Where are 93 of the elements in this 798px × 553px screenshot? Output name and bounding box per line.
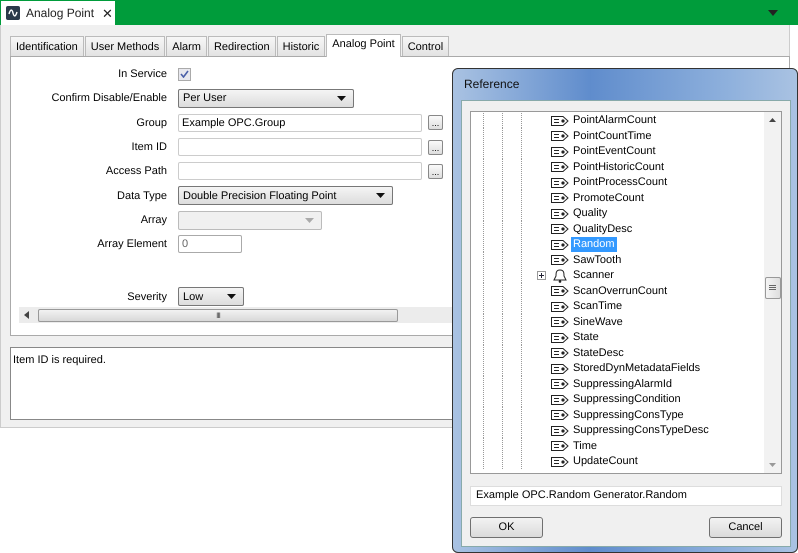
bell-icon xyxy=(551,268,569,283)
tree-item[interactable]: SuppressingCondition xyxy=(571,392,683,408)
tree-item[interactable]: PointHistoricCount xyxy=(571,160,666,175)
browse-button[interactable]: ... xyxy=(428,164,443,179)
tag-icon xyxy=(551,441,569,452)
up-arrow-icon[interactable] xyxy=(769,118,776,122)
tree-item[interactable]: StoredDynMetadataFields xyxy=(571,361,702,376)
input-field[interactable]: 0 xyxy=(178,235,242,254)
tag-icon xyxy=(551,394,569,405)
tag-icon xyxy=(551,178,569,188)
tag-icon xyxy=(551,162,569,172)
tree-item[interactable]: Time xyxy=(571,438,600,454)
tree-item[interactable]: QualityDesc xyxy=(571,222,634,237)
caret-icon[interactable] xyxy=(768,10,778,16)
tab[interactable]: Control xyxy=(402,36,450,56)
vertical-scrollbar[interactable] xyxy=(764,112,781,473)
left-arrow-icon[interactable] xyxy=(24,311,29,319)
tag-icon xyxy=(551,240,569,250)
grip-icon xyxy=(769,285,776,290)
ok-button[interactable]: OK xyxy=(470,517,543,538)
tree-item[interactable]: PointEventCount xyxy=(571,144,658,160)
tree-item[interactable]: SuppressingConsType xyxy=(571,408,686,423)
dropdown[interactable]: Double Precision Floating Point xyxy=(178,186,393,206)
tree-item[interactable]: ScanOverrunCount xyxy=(571,284,670,299)
grip-icon: III xyxy=(216,310,220,320)
cancel-button[interactable]: Cancel xyxy=(709,517,782,538)
checkbox[interactable] xyxy=(178,68,191,81)
dropdown-arrow-icon xyxy=(305,218,314,223)
tree-item[interactable]: UpdateCount xyxy=(571,454,640,470)
dropdown-arrow-icon xyxy=(376,193,385,198)
tab[interactable]: Identification xyxy=(10,36,84,56)
close-button[interactable]: ✕ xyxy=(102,6,114,20)
tab[interactable]: Alarm xyxy=(166,36,207,56)
tag-icon xyxy=(551,224,569,234)
tree-item[interactable]: PointProcessCount xyxy=(571,175,670,190)
tree-item[interactable]: PromoteCount xyxy=(571,190,646,206)
scrollbar-thumb[interactable] xyxy=(764,276,780,298)
field-label: Group xyxy=(136,116,167,129)
tag-icon xyxy=(551,379,569,390)
tree-item[interactable]: Quality xyxy=(571,206,610,222)
tag-icon xyxy=(551,332,569,343)
document-tab[interactable]: Analog Point ✕ xyxy=(1,1,115,25)
field-label: Access Path xyxy=(106,165,167,178)
tag-icon xyxy=(551,286,569,296)
down-arrow-icon[interactable] xyxy=(769,463,776,467)
dropdown-arrow-icon xyxy=(227,294,236,300)
tag-icon xyxy=(551,348,569,358)
tree-item[interactable]: SuppressingConsTypeDesc xyxy=(571,423,711,438)
browse-button[interactable]: ... xyxy=(428,115,443,130)
tab[interactable]: Redirection xyxy=(208,36,276,56)
field-label: Array xyxy=(140,214,167,226)
tag-icon xyxy=(551,193,569,204)
tree-item[interactable]: PointCountTime xyxy=(571,128,654,144)
field-label: Severity xyxy=(127,290,167,303)
tag-icon xyxy=(551,426,569,436)
tree-item[interactable]: State xyxy=(571,330,601,346)
path-field[interactable]: Example OPC.Random Generator.Random xyxy=(470,486,782,506)
dropdown[interactable]: Low xyxy=(178,287,244,306)
tag-icon xyxy=(551,146,569,157)
field-label: In Service xyxy=(118,68,167,80)
tab[interactable]: Historic xyxy=(276,36,326,56)
field-label: Confirm Disable/Enable xyxy=(51,92,167,104)
input-field[interactable]: Example OPC.Group xyxy=(178,114,422,132)
dropdown-arrow-icon xyxy=(337,96,346,101)
tag-icon xyxy=(551,116,569,126)
browse-button[interactable]: ... xyxy=(428,140,443,155)
field-label: Data Type xyxy=(117,190,167,202)
document-title: Analog Point xyxy=(26,6,94,20)
tag-icon xyxy=(551,255,569,266)
dialog-title: Reference xyxy=(463,76,520,93)
input-field[interactable] xyxy=(178,138,422,156)
tag-icon xyxy=(551,410,569,420)
tree-item[interactable]: Scanner xyxy=(571,268,616,284)
tag-icon xyxy=(551,317,569,328)
input-field[interactable] xyxy=(178,162,422,180)
tag-icon xyxy=(551,208,569,219)
dropdown[interactable]: Per User xyxy=(178,88,354,108)
tag-icon xyxy=(551,364,569,374)
field-label: Item ID xyxy=(132,141,167,154)
checkmark-icon xyxy=(180,70,189,78)
tree-item[interactable]: StateDesc xyxy=(571,346,626,361)
tab[interactable]: Analog Point xyxy=(326,34,401,57)
tab[interactable]: User Methods xyxy=(84,36,166,56)
tag-icon xyxy=(551,302,569,312)
field-label: Array Element xyxy=(97,238,167,250)
tag-icon xyxy=(551,131,569,142)
expand-icon[interactable] xyxy=(537,271,546,280)
tree-item[interactable]: SuppressingAlarmId xyxy=(571,376,674,392)
tag-icon xyxy=(551,456,569,467)
tree-item[interactable]: SawTooth xyxy=(571,252,624,268)
scrollbar-thumb[interactable]: III xyxy=(38,308,398,322)
tree-item[interactable]: PointAlarmCount xyxy=(571,113,658,128)
wave-icon xyxy=(6,6,20,20)
